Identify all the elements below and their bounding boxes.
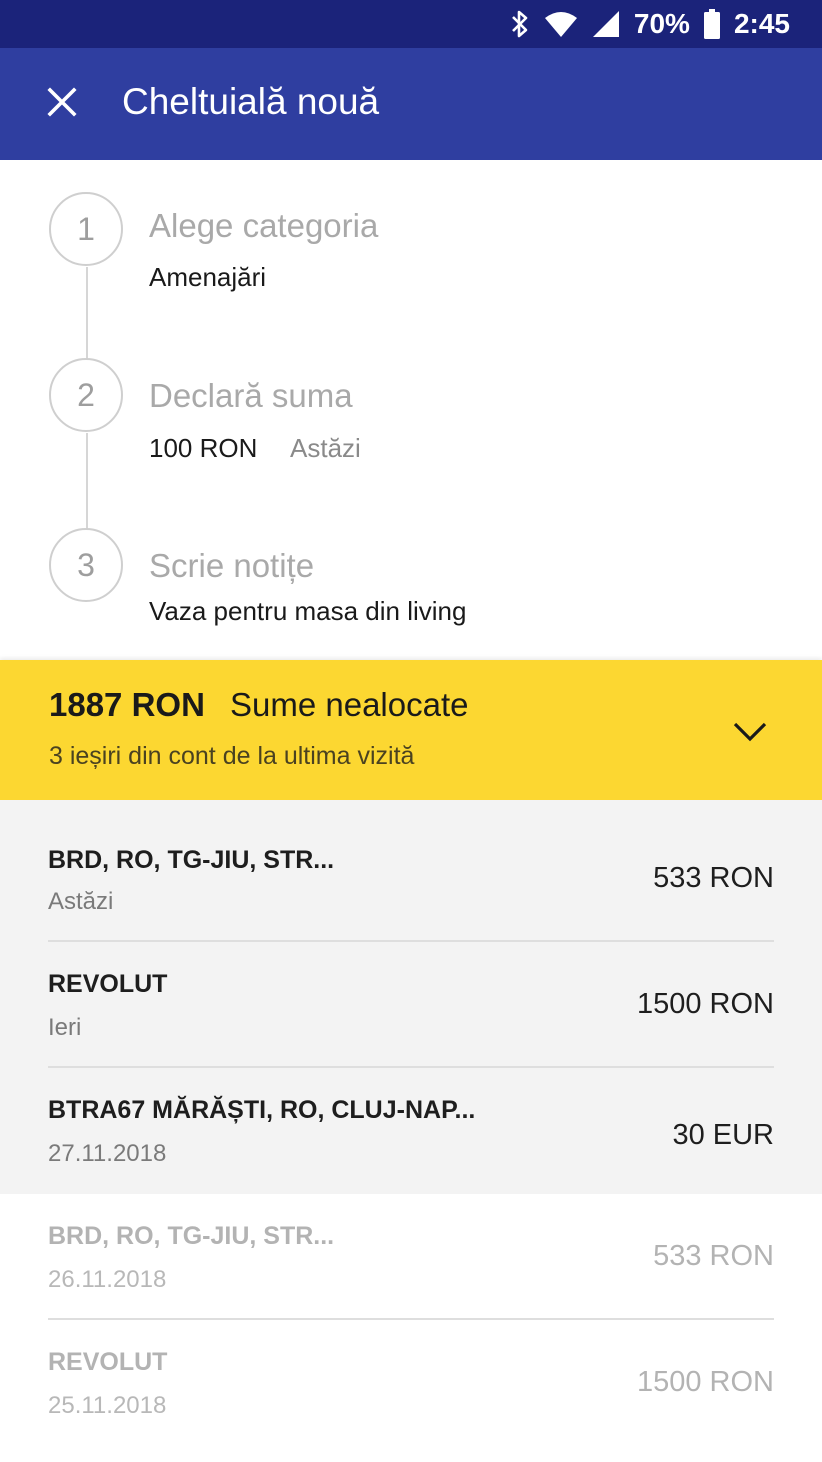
unallocated-title: Sume nealocate [230, 686, 469, 723]
transaction-amount: 533 RON [653, 862, 774, 894]
unallocated-subtitle: 3 ieșiri din cont de la ultima vizită [49, 742, 415, 770]
transaction-date: 26.11.2018 [48, 1266, 167, 1293]
transaction-name: BTRA67 MĂRĂȘTI, RO, CLUJ-NAP... [48, 1096, 476, 1124]
transaction-row[interactable]: REVOLUT Ieri 1500 RON [48, 942, 774, 1068]
transaction-row[interactable]: BTRA67 MĂRĂȘTI, RO, CLUJ-NAP... 27.11.20… [48, 1068, 774, 1194]
unallocated-banner[interactable]: 1887 RON Sume nealocate 3 ieșiri din con… [0, 660, 822, 800]
transaction-amount: 533 RON [653, 1240, 774, 1272]
step-value: Vaza pentru masa din living [149, 596, 467, 626]
unallocated-amount: 1887 RON [49, 686, 205, 723]
wifi-icon [544, 10, 578, 38]
transaction-name: BRD, RO, TG-JIU, STR... [48, 846, 335, 874]
app-bar: Cheltuială nouă [0, 48, 822, 160]
transaction-date: Ieri [48, 1014, 82, 1041]
transaction-amount: 30 EUR [672, 1119, 774, 1151]
step-number: 1 [49, 192, 123, 266]
close-button[interactable] [34, 76, 90, 132]
step-date: Astăzi [290, 433, 361, 463]
transaction-date: Astăzi [48, 888, 114, 915]
step-connector [86, 433, 88, 529]
transaction-date: 27.11.2018 [48, 1140, 167, 1167]
step-number: 2 [49, 358, 123, 432]
step-value: Amenajări [149, 262, 267, 292]
step-connector [86, 267, 88, 359]
transaction-row[interactable]: BRD, RO, TG-JIU, STR... 26.11.2018 533 R… [48, 1194, 774, 1320]
signal-icon [592, 10, 620, 38]
transaction-name: BRD, RO, TG-JIU, STR... [48, 1222, 335, 1250]
page-title: Cheltuială nouă [122, 81, 380, 122]
transaction-row[interactable]: REVOLUT 25.11.2018 1500 RON [48, 1320, 774, 1446]
transaction-amount: 1500 RON [636, 1366, 774, 1398]
battery-level: 70% [633, 8, 690, 39]
transaction-amount: 1500 RON [636, 988, 774, 1020]
status-time: 2:45 [733, 8, 790, 39]
transaction-date: 25.11.2018 [48, 1392, 167, 1419]
chevron-down-icon[interactable] [730, 716, 770, 748]
step-title: Scrie notițe [149, 547, 315, 584]
step-title: Alege categoria [149, 207, 379, 244]
status-bar: 70% 2:45 [0, 0, 822, 48]
step-title: Declară suma [149, 377, 353, 414]
expense-stepper: 1 Alege categoria Amenajări 2 Declară su… [0, 160, 822, 660]
step-number: 3 [49, 528, 123, 602]
transaction-row[interactable]: BRD, RO, TG-JIU, STR... Astăzi 533 RON [48, 816, 774, 942]
transaction-name: REVOLUT [48, 970, 168, 998]
bluetooth-icon [510, 9, 530, 39]
close-icon [47, 86, 77, 122]
battery-icon [703, 9, 720, 39]
status-icons: 70% 2:45 [510, 0, 790, 48]
transaction-name: REVOLUT [48, 1348, 168, 1376]
step-value: 100 RON [149, 433, 258, 463]
